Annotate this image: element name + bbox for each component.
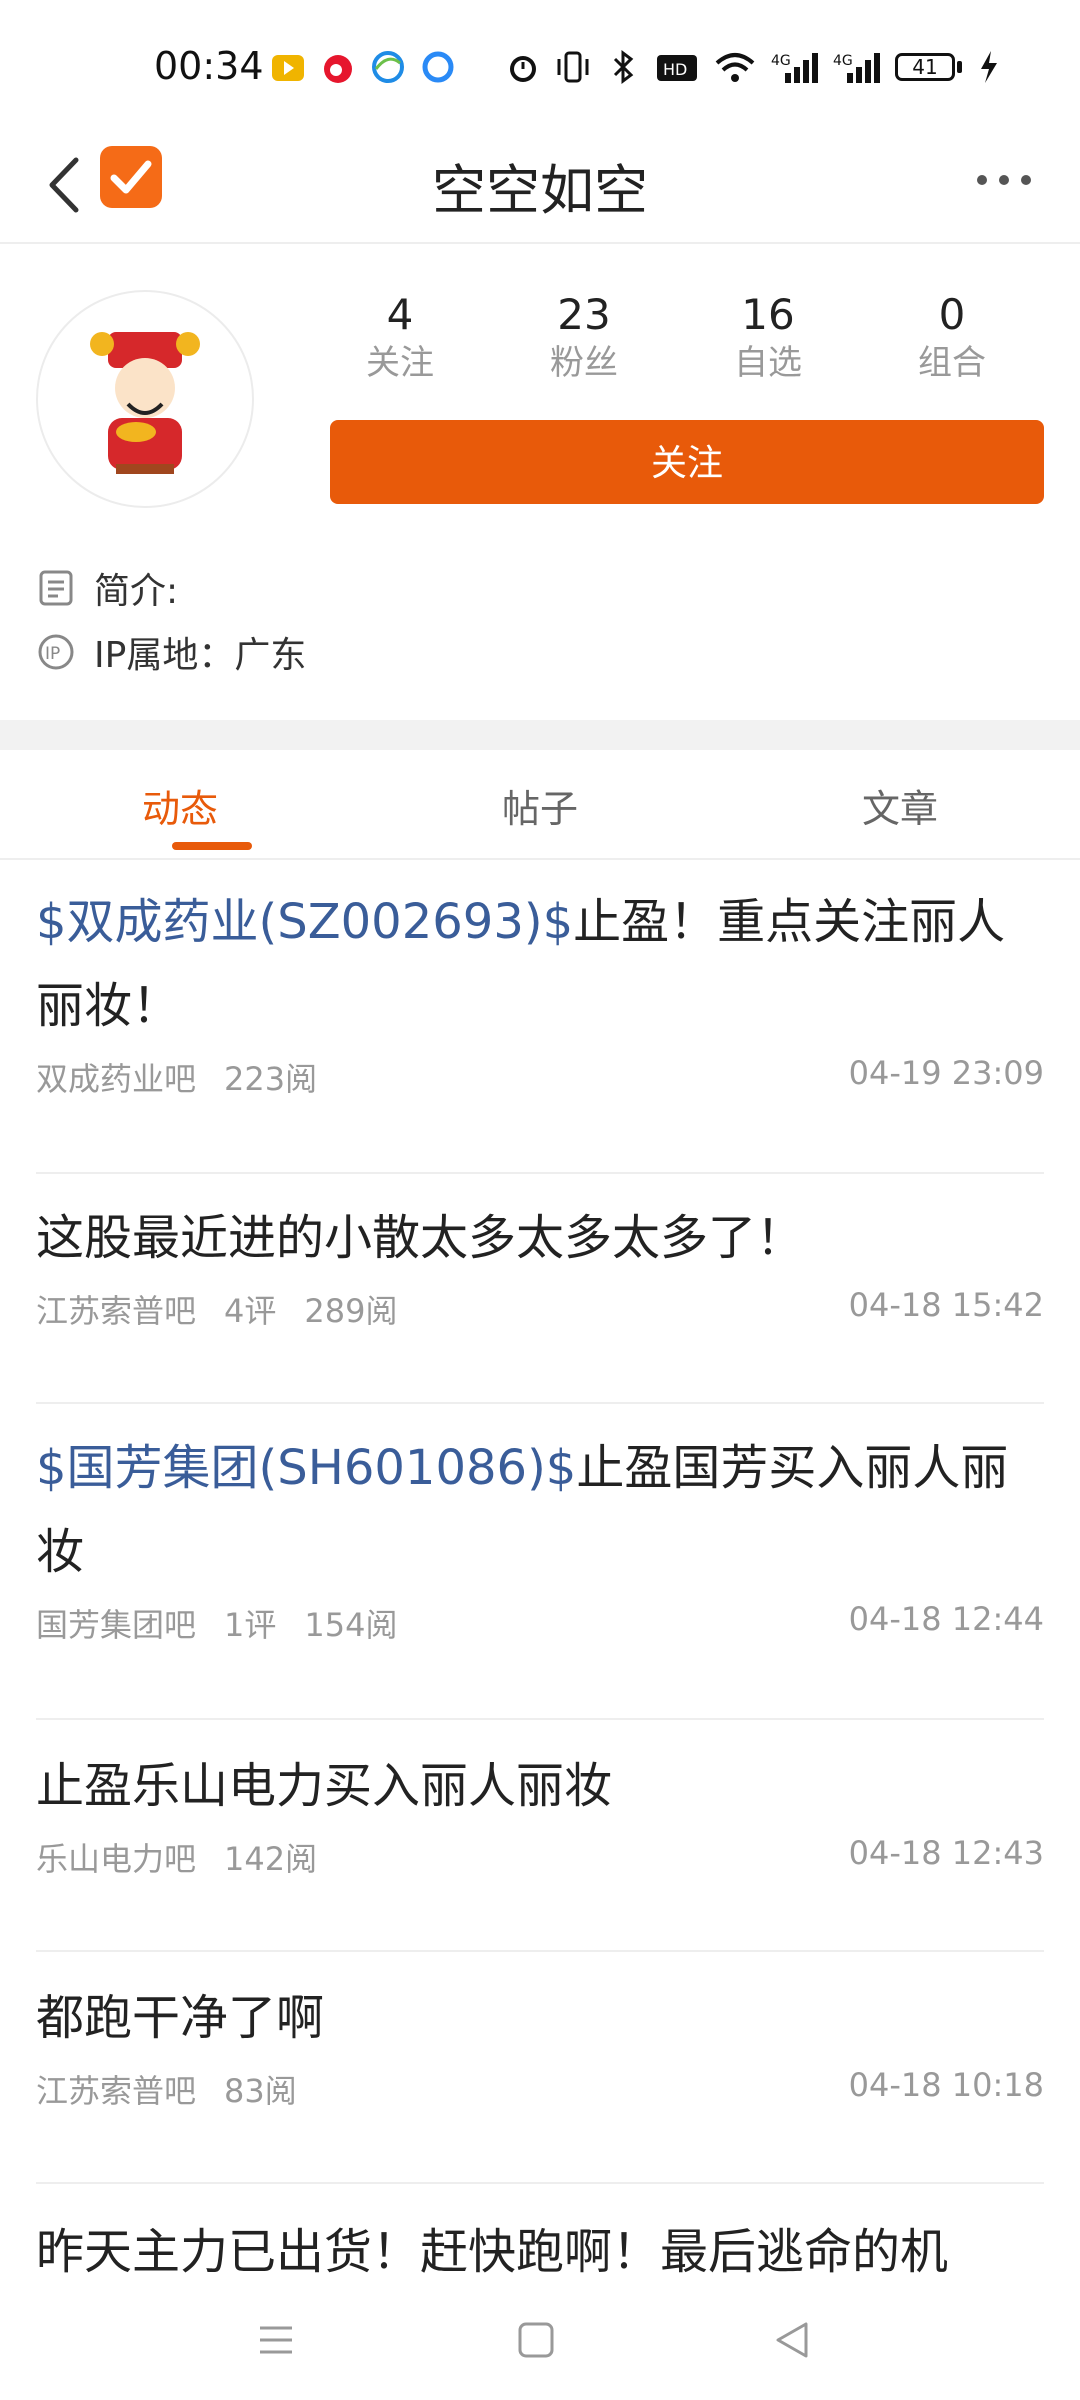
stat-portfolio-label: 组合 (918, 343, 986, 383)
stat-watchlist[interactable]: 16 自选 (698, 290, 838, 386)
stat-followers[interactable]: 23 粉丝 (514, 290, 654, 386)
list-item[interactable]: $国芳集团(SH601086)$止盈国芳买入丽人丽妆 国芳集团吧 1评 154阅 0… (36, 1426, 1044, 1720)
svg-text:4G: 4G (771, 53, 791, 69)
post-board[interactable]: 江苏索普吧 (36, 2072, 196, 2110)
tab-bar: 动态 帖子 文章 (0, 752, 1080, 860)
signal-4g-icon: 4G (771, 53, 818, 83)
stat-watchlist-label: 自选 (734, 343, 802, 383)
ip-location: IP属地：广东 (94, 635, 307, 676)
post-meta: 双成药业吧 223阅 04-19 23:09 (36, 1054, 1044, 1100)
battery-level: 41 (912, 55, 938, 79)
post-title: 都跑干净了啊 (36, 1976, 1044, 2060)
post-board[interactable]: 国芳集团吧 (36, 1606, 196, 1644)
hd-icon: HD (657, 55, 697, 81)
post-meta: 国芳集团吧 1评 154阅 04-18 12:44 (36, 1600, 1044, 1646)
post-time: 04-18 15:42 (848, 1286, 1044, 1324)
stock-link[interactable]: $国芳集团(SH601086)$ (36, 1440, 576, 1496)
app-notification-icon (272, 55, 304, 81)
browser-icon (372, 51, 404, 83)
post-meta: 江苏索普吧 4评 289阅 04-18 15:42 (36, 1286, 1044, 1332)
signal-4g-icon-2: 4G (833, 53, 880, 83)
list-item[interactable]: 这股最近进的小散太多太多太多了！ 江苏索普吧 4评 289阅 04-18 15:42 (36, 1196, 1044, 1404)
post-reads: 289阅 (304, 1292, 398, 1330)
bio-row: 简介: (36, 558, 178, 618)
back-nav-icon[interactable] (772, 2320, 812, 2360)
post-meta: 江苏索普吧 83阅 04-18 10:18 (36, 2066, 1044, 2112)
alarm-icon (510, 56, 536, 82)
post-title: 昨天主力已出货！赶快跑啊！最后逃命的机 (36, 2210, 1044, 2280)
post-time: 04-19 23:09 (848, 1054, 1044, 1092)
post-time: 04-18 10:18 (848, 2066, 1044, 2104)
bluetooth-icon (613, 50, 634, 84)
post-comments: 1评 (224, 1606, 277, 1644)
post-text: 这股最近进的小散太多太多太多了！ (36, 1210, 805, 1266)
stat-following[interactable]: 4 关注 (330, 290, 470, 386)
weibo-icon (324, 55, 352, 83)
system-icons: HD 4G 4G 41 (505, 42, 999, 92)
charging-icon (981, 51, 997, 83)
post-time: 04-18 12:44 (848, 1600, 1044, 1638)
stat-followers-count: 23 (557, 290, 611, 339)
list-item[interactable]: 都跑干净了啊 江苏索普吧 83阅 04-18 10:18 (36, 1976, 1044, 2184)
more-icon[interactable] (974, 170, 1034, 190)
svg-text:IP: IP (45, 644, 60, 664)
battery-icon: 41 (895, 49, 965, 85)
svg-text:HD: HD (663, 60, 687, 79)
post-text: 昨天主力已出货！赶快跑啊！最后逃命的机 (36, 2224, 949, 2280)
post-board[interactable]: 江苏索普吧 (36, 1292, 196, 1330)
status-time: 00:34 (154, 44, 264, 88)
follow-button[interactable]: 关注 (330, 420, 1044, 504)
home-icon[interactable] (516, 2320, 556, 2360)
post-text: 止盈乐山电力买入丽人丽妆 (36, 1758, 613, 1814)
post-reads: 154阅 (304, 1606, 398, 1644)
post-reads: 142阅 (224, 1840, 318, 1878)
list-item[interactable]: 止盈乐山电力买入丽人丽妆 乐山电力吧 142阅 04-18 12:43 (36, 1744, 1044, 1952)
post-title: 这股最近进的小散太多太多太多了！ (36, 1196, 1044, 1280)
active-tab-indicator (172, 842, 252, 850)
ip-icon: IP (38, 634, 74, 670)
post-title: $双成药业(SZ002693)$止盈！重点关注丽人丽妆！ (36, 880, 1044, 1048)
vibrate-icon (557, 51, 589, 83)
menu-icon[interactable] (256, 2320, 296, 2360)
post-title: $国芳集团(SH601086)$止盈国芳买入丽人丽妆 (36, 1426, 1044, 1594)
list-item[interactable]: $双成药业(SZ002693)$止盈！重点关注丽人丽妆！ 双成药业吧 223阅 0… (36, 880, 1044, 1174)
stat-followers-label: 粉丝 (550, 343, 618, 383)
wifi-icon (715, 53, 755, 82)
search-app-icon (422, 51, 454, 83)
bio-label: 简介: (94, 571, 179, 612)
stat-portfolio-count: 0 (938, 290, 966, 339)
post-reads: 83阅 (224, 2072, 297, 2110)
post-meta: 乐山电力吧 142阅 04-18 12:43 (36, 1834, 1044, 1880)
post-text: 都跑干净了啊 (36, 1990, 325, 2046)
stat-portfolio[interactable]: 0 组合 (882, 290, 1022, 386)
tab-activity[interactable]: 动态 (0, 778, 360, 833)
top-app-bar: 空空如空 (0, 130, 1080, 244)
notification-icons (270, 42, 456, 92)
tab-articles[interactable]: 文章 (720, 778, 1080, 833)
list-item[interactable]: 昨天主力已出货！赶快跑啊！最后逃命的机 (36, 2210, 1044, 2280)
stat-watchlist-count: 16 (741, 290, 795, 339)
ip-row: IP IP属地：广东 (36, 622, 306, 682)
post-reads: 223阅 (224, 1060, 318, 1098)
section-divider (0, 720, 1080, 750)
system-nav-bar (0, 2280, 1080, 2400)
stat-following-count: 4 (386, 290, 414, 339)
post-board[interactable]: 乐山电力吧 (36, 1840, 196, 1878)
bio-icon (39, 570, 73, 606)
stat-following-label: 关注 (366, 343, 434, 383)
post-board[interactable]: 双成药业吧 (36, 1060, 196, 1098)
stock-link[interactable]: $双成药业(SZ002693)$ (36, 894, 573, 950)
post-comments: 4评 (224, 1292, 277, 1330)
svg-text:4G: 4G (833, 53, 853, 69)
page-title: 空空如空 (432, 159, 648, 222)
post-time: 04-18 12:43 (848, 1834, 1044, 1872)
tab-posts[interactable]: 帖子 (360, 778, 720, 833)
post-title: 止盈乐山电力买入丽人丽妆 (36, 1744, 1044, 1828)
status-bar: 00:34 HD 4G 4G 41 (0, 0, 1080, 130)
avatar[interactable] (36, 290, 254, 508)
